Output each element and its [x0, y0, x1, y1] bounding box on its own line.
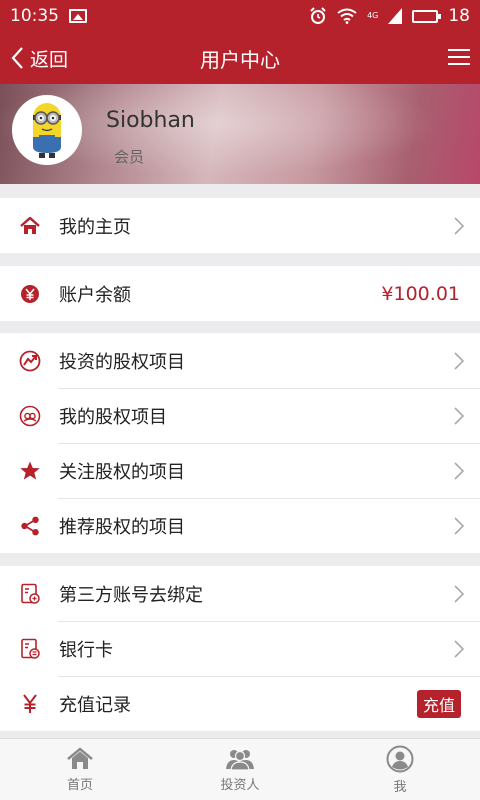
profile-header: Siobhan 会员 — [0, 84, 480, 184]
gallery-icon — [69, 9, 87, 23]
user-role: 会员 — [114, 148, 145, 166]
invested-projects-label: 投资的股权项目 — [59, 351, 185, 373]
chevron-left-icon — [11, 47, 23, 69]
tab-investors[interactable]: 投资人 — [160, 739, 320, 800]
my-homepage-row[interactable]: 我的主页 — [0, 198, 480, 253]
balance-amount: ¥100.01 — [381, 282, 460, 305]
avatar[interactable] — [12, 95, 82, 165]
section-account: 第三方账号去绑定 银行卡 充值记录 充值 — [0, 566, 480, 731]
bank-card-row[interactable]: 银行卡 — [0, 621, 480, 676]
account-balance-label: 账户余额 — [59, 284, 131, 306]
tab-home-label: 首页 — [66, 777, 93, 793]
menu-button[interactable] — [448, 49, 470, 67]
invested-projects-row[interactable]: 投资的股权项目 — [0, 333, 480, 388]
home-icon — [19, 215, 41, 237]
chevron-right-icon — [454, 351, 465, 370]
tab-investors-label: 投资人 — [220, 777, 260, 793]
battery-level: 18 — [448, 6, 470, 26]
signal-icon — [388, 8, 403, 24]
bank-card-icon — [19, 638, 41, 660]
page-title: 用户中心 — [200, 47, 280, 72]
section-home: 我的主页 — [0, 198, 480, 253]
followed-projects-row[interactable]: 关注股权的项目 — [0, 443, 480, 498]
investors-icon — [226, 749, 254, 771]
tab-home[interactable]: 首页 — [0, 739, 160, 800]
user-icon — [386, 745, 414, 772]
chevron-right-icon — [454, 584, 465, 603]
section-balance: 账户余额 ¥100.01 — [0, 266, 480, 321]
tab-bar: 首页 投资人 我 — [0, 738, 480, 800]
tab-me[interactable]: 我 — [320, 739, 480, 800]
chevron-right-icon — [454, 216, 465, 235]
chevron-right-icon — [454, 639, 465, 658]
network-label: 4G — [367, 11, 379, 20]
third-party-binding-label: 第三方账号去绑定 — [59, 584, 203, 606]
people-circle-icon — [19, 405, 41, 427]
status-bar: 10:35 4G 18 — [0, 0, 480, 32]
home-icon — [67, 746, 93, 769]
share-icon — [19, 515, 41, 537]
my-projects-row[interactable]: 我的股权项目 — [0, 388, 480, 443]
star-icon — [19, 460, 41, 482]
chevron-right-icon — [454, 516, 465, 535]
bank-card-label: 银行卡 — [59, 639, 113, 661]
chevron-right-icon — [454, 406, 465, 425]
wifi-icon — [337, 8, 357, 24]
chevron-right-icon — [454, 461, 465, 480]
recharge-history-label: 充值记录 — [59, 694, 131, 716]
yen-icon — [19, 283, 41, 305]
my-projects-label: 我的股权项目 — [59, 406, 167, 428]
tab-me-label: 我 — [393, 779, 407, 795]
invest-icon — [19, 350, 41, 372]
recharge-button[interactable]: 充值 — [416, 689, 461, 718]
nav-bar: 返回 用户中心 — [0, 32, 480, 84]
followed-projects-label: 关注股权的项目 — [59, 461, 185, 483]
account-balance-row[interactable]: 账户余额 ¥100.01 — [0, 266, 480, 321]
recommended-projects-row[interactable]: 推荐股权的项目 — [0, 498, 480, 553]
status-time: 10:35 — [10, 6, 59, 26]
battery-icon — [412, 9, 442, 23]
bind-icon — [19, 583, 41, 605]
my-homepage-label: 我的主页 — [59, 216, 131, 238]
recommended-projects-label: 推荐股权的项目 — [59, 516, 185, 538]
third-party-binding-row[interactable]: 第三方账号去绑定 — [0, 566, 480, 621]
recharge-history-row[interactable]: 充值记录 充值 — [0, 676, 480, 731]
back-button[interactable]: 返回 — [10, 32, 68, 84]
username: Siobhan — [106, 108, 195, 133]
yen-icon — [19, 693, 41, 715]
section-projects: 投资的股权项目 我的股权项目 关注股权的项目 推荐股权的项目 — [0, 333, 480, 553]
back-label: 返回 — [30, 48, 69, 71]
alarm-icon — [310, 7, 326, 24]
minion-avatar-icon — [33, 103, 61, 158]
